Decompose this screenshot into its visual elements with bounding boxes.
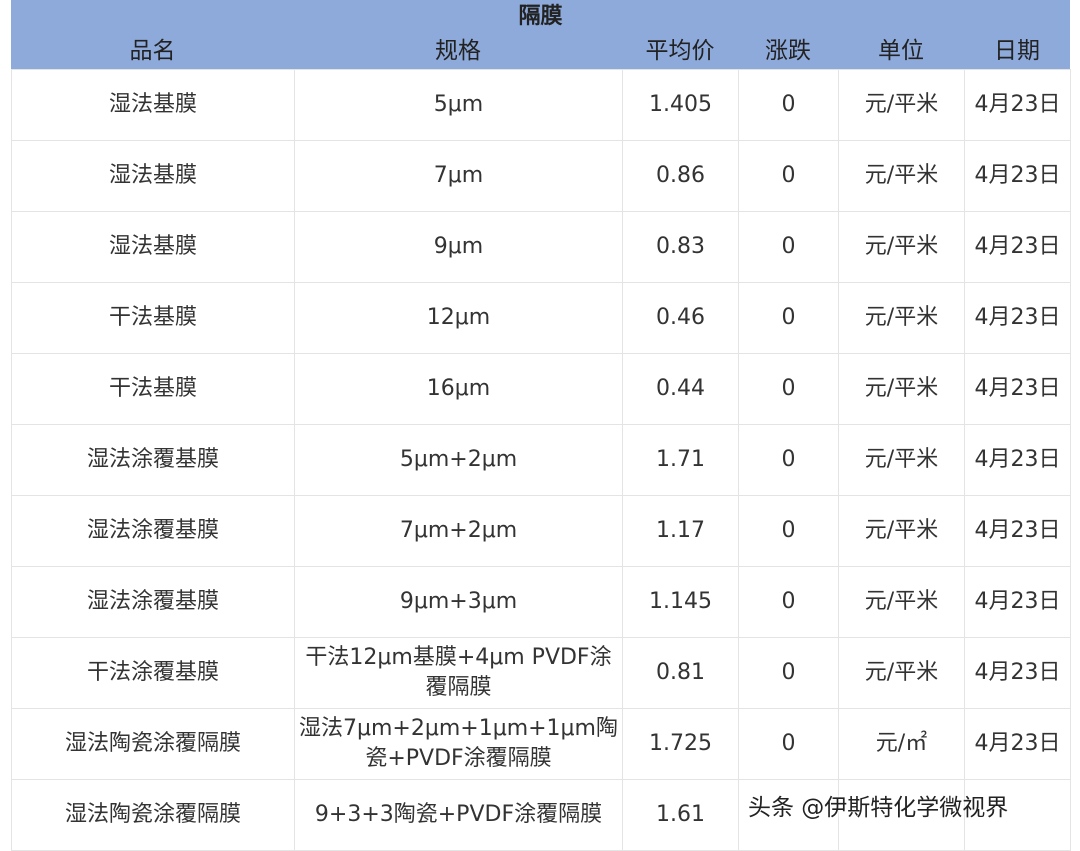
table-row: 湿法基膜 9μm 0.83 0 元/平米 4月23日 [11,211,1071,283]
cell-change: 0 [738,211,839,283]
price-table-container: 隔膜 品名 规格 平均价 涨跌 单位 日期 湿法基膜 5μm 1.405 0 元/平米 4… [11,0,1071,851]
cell-price: 1.145 [622,566,739,638]
cell-spec: 5μm [294,69,623,141]
cell-unit: 元/平米 [838,69,965,141]
cell-name: 湿法基膜 [11,69,295,141]
cell-name: 湿法涂覆基膜 [11,566,295,638]
cell-price: 1.61 [622,779,739,851]
table-row: 湿法涂覆基膜 5μm+2μm 1.71 0 元/平米 4月23日 [11,424,1071,496]
table-row: 湿法涂覆基膜 9μm+3μm 1.145 0 元/平米 4月23日 [11,566,1071,638]
column-header-name: 品名 [129,38,176,64]
cell-name: 湿法基膜 [11,211,295,283]
cell-name: 湿法涂覆基膜 [11,495,295,567]
column-header-unit: 单位 [878,38,924,64]
cell-date: 4月23日 [964,140,1071,212]
column-header-change: 涨跌 [765,38,811,64]
table-body: 湿法基膜 5μm 1.405 0 元/平米 4月23日 湿法基膜 7μm 0.86 0 元/平米 4月… [11,69,1071,851]
cell-date: 4月23日 [964,424,1071,496]
cell-name: 湿法陶瓷涂覆隔膜 [11,779,295,851]
cell-price: 1.725 [622,708,739,780]
cell-price: 1.71 [622,424,739,496]
price-table: 湿法基膜 5μm 1.405 0 元/平米 4月23日 湿法基膜 7μm 0.86 0 元/平米 4月… [11,69,1071,851]
cell-name: 干法涂覆基膜 [11,637,295,709]
cell-spec: 9μm [294,211,623,283]
cell-change: 0 [738,637,839,709]
cell-spec: 5μm+2μm [294,424,623,496]
cell-date: 4月23日 [964,353,1071,425]
cell-spec: 7μm+2μm [294,495,623,567]
cell-price: 1.17 [622,495,739,567]
cell-name: 湿法陶瓷涂覆隔膜 [11,708,295,780]
cell-price: 1.405 [622,69,739,141]
cell-price: 0.46 [622,282,739,354]
cell-change: 0 [738,424,839,496]
column-header-spec: 规格 [435,38,481,64]
cell-unit: 元/㎡ [838,708,965,780]
table-row: 湿法基膜 5μm 1.405 0 元/平米 4月23日 [11,69,1071,141]
cell-price: 0.86 [622,140,739,212]
table-header: 隔膜 品名 规格 平均价 涨跌 单位 日期 [11,0,1070,69]
cell-change: 0 [738,282,839,354]
cell-unit: 元/平米 [838,424,965,496]
cell-name: 湿法涂覆基膜 [11,424,295,496]
cell-spec: 12μm [294,282,623,354]
cell-change: 0 [738,140,839,212]
cell-change: 0 [738,69,839,141]
cell-price: 0.44 [622,353,739,425]
table-row: 湿法涂覆基膜 7μm+2μm 1.17 0 元/平米 4月23日 [11,495,1071,567]
column-header-date: 日期 [994,38,1040,64]
cell-unit: 元/平米 [838,495,965,567]
cell-spec: 9+3+3陶瓷+PVDF涂覆隔膜 [294,779,623,851]
table-row: 湿法基膜 7μm 0.86 0 元/平米 4月23日 [11,140,1071,212]
column-header-price: 平均价 [645,38,715,64]
table-title: 隔膜 [518,4,563,29]
cell-price: 0.83 [622,211,739,283]
cell-name: 湿法基膜 [11,140,295,212]
cell-spec: 湿法7μm+2μm+1μm+1μm陶瓷+PVDF涂覆隔膜 [294,708,623,780]
cell-date: 4月23日 [964,637,1071,709]
table-row: 湿法陶瓷涂覆隔膜 湿法7μm+2μm+1μm+1μm陶瓷+PVDF涂覆隔膜 1.72… [11,708,1071,780]
cell-spec: 干法12μm基膜+4μm PVDF涂覆隔膜 [294,637,623,709]
cell-date: 4月23日 [964,282,1071,354]
cell-change: 0 [738,566,839,638]
cell-unit: 元/平米 [838,353,965,425]
cell-price: 0.81 [622,637,739,709]
table-row: 干法基膜 16μm 0.44 0 元/平米 4月23日 [11,353,1071,425]
cell-name: 干法基膜 [11,353,295,425]
cell-unit: 元/平米 [838,211,965,283]
cell-unit: 元/平米 [838,637,965,709]
cell-name: 干法基膜 [11,282,295,354]
table-row: 干法涂覆基膜 干法12μm基膜+4μm PVDF涂覆隔膜 0.81 0 元/平米 4月23… [11,637,1071,709]
cell-spec: 16μm [294,353,623,425]
column-header-row: 品名 规格 平均价 涨跌 单位 日期 [11,33,1070,69]
cell-date: 4月23日 [964,708,1071,780]
cell-unit: 元/平米 [838,566,965,638]
cell-unit: 元/平米 [838,140,965,212]
cell-date: 4月23日 [964,495,1071,567]
watermark-text: 头条 @伊斯特化学微视界 [748,795,1009,821]
cell-change: 0 [738,708,839,780]
cell-spec: 9μm+3μm [294,566,623,638]
table-row: 干法基膜 12μm 0.46 0 元/平米 4月23日 [11,282,1071,354]
cell-spec: 7μm [294,140,623,212]
cell-change: 0 [738,495,839,567]
cell-date: 4月23日 [964,211,1071,283]
cell-change: 0 [738,353,839,425]
cell-unit: 元/平米 [838,282,965,354]
cell-date: 4月23日 [964,566,1071,638]
cell-date: 4月23日 [964,69,1071,141]
